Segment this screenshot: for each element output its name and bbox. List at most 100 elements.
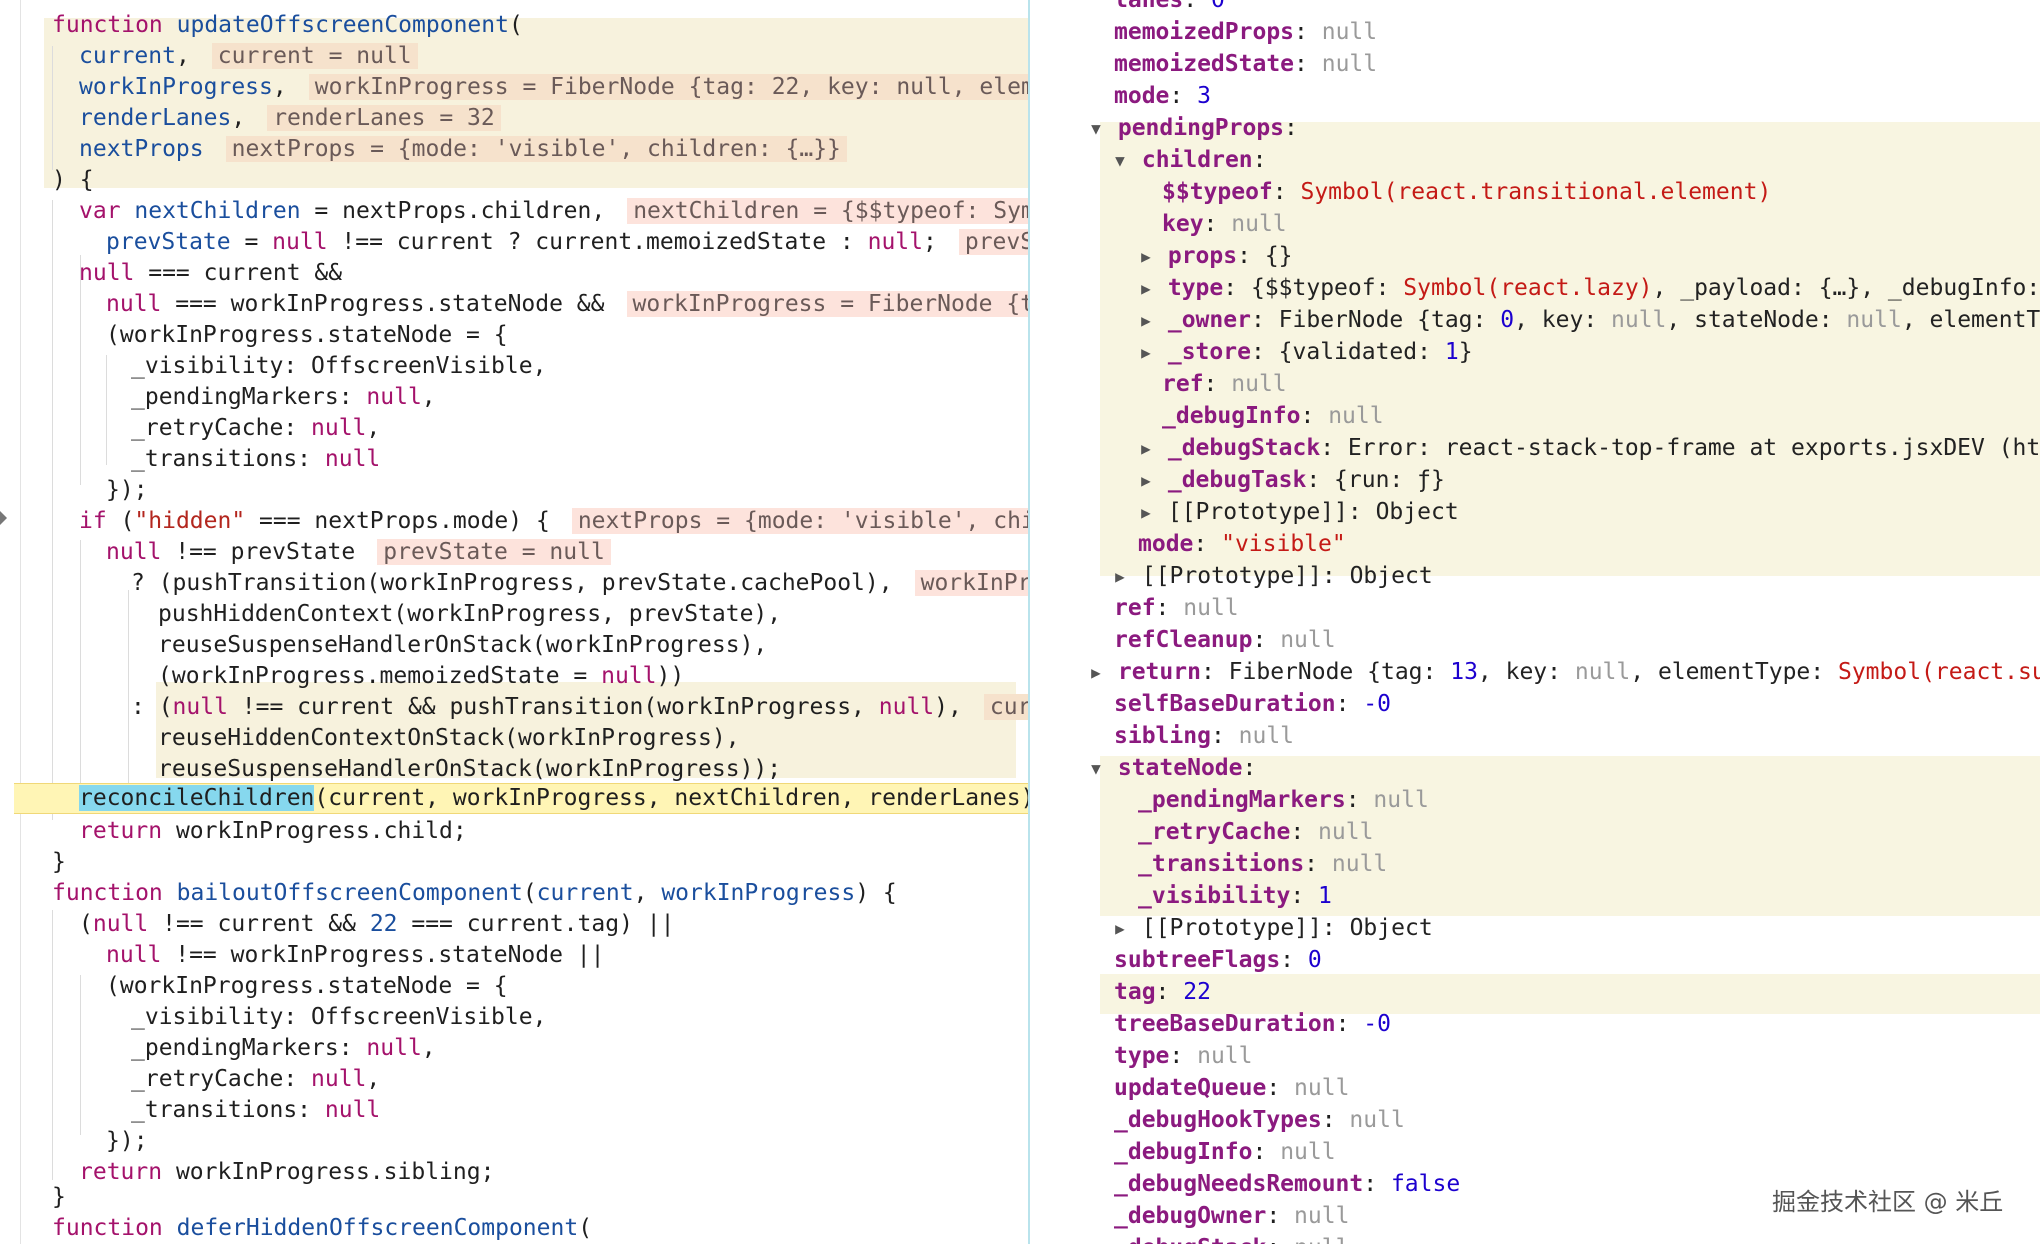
code-line[interactable]: (workInProgress.stateNode = { [106,971,1028,1002]
code-line[interactable]: null === workInProgress.stateNode && work… [106,289,1028,320]
code-line[interactable]: null !== workInProgress.stateNode || [106,940,1028,971]
expanded-triangle-icon[interactable]: ▼ [1088,753,1104,785]
code-line[interactable]: function updateOffscreenComponent( [52,10,1028,41]
code-token: nextProps [79,136,204,162]
scope-row-expandable[interactable]: ▶ [[Prototype]]: Object [1112,912,2040,944]
scope-row-expandable[interactable]: ▼ stateNode: [1088,752,2040,784]
scope-row[interactable]: refCleanup: null [1114,624,2040,656]
code-line[interactable]: pushHiddenContext(workInProgress, prevSt… [158,599,1028,630]
scope-row[interactable]: _debugStack: null [1114,1232,2040,1244]
code-line[interactable]: ? (pushTransition(workInProgress, prevSt… [131,568,1028,599]
scope-row[interactable]: type: null [1114,1040,2040,1072]
scope-row[interactable]: sibling: null [1114,720,2040,752]
code-line[interactable]: _retryCache: null, [131,1064,1028,1095]
collapsed-triangle-icon[interactable]: ▶ [1138,273,1154,305]
code-line[interactable]: }); [106,1126,1028,1157]
expanded-triangle-icon[interactable]: ▼ [1088,113,1104,145]
scope-row[interactable]: _debugInfo: null [1162,400,2040,432]
code-line[interactable]: prevState = null !== current ? current.m… [106,227,1028,258]
code-line[interactable]: function deferHiddenOffscreenComponent( [52,1213,1028,1244]
scope-row-expandable[interactable]: ▶ _debugTask: {run: ƒ} [1138,464,2040,496]
code-line[interactable]: function bailoutOffscreenComponent(curre… [52,878,1028,909]
code-line[interactable]: } [52,1182,1028,1213]
collapsed-triangle-icon[interactable]: ▶ [1138,433,1154,465]
scope-row-expandable[interactable]: ▶ [[Prototype]]: Object [1138,496,2040,528]
collapsed-triangle-icon[interactable]: ▶ [1138,305,1154,337]
scope-row[interactable]: memoizedState: null [1114,48,2040,80]
code-line[interactable]: (workInProgress.stateNode = { [106,320,1028,351]
code-line[interactable]: return workInProgress.child; [79,816,1028,847]
scope-row-expandable[interactable]: ▶ _owner: FiberNode {tag: 0, key: null, … [1138,304,2040,336]
code-line[interactable]: }); [106,475,1028,506]
code-line[interactable]: nextProps nextProps = {mode: 'visible', c… [79,134,1028,165]
scope-row-expandable[interactable]: ▶ type: {$$typeof: Symbol(react.lazy), _… [1138,272,2040,304]
scope-row-expandable[interactable]: ▶ [[Prototype]]: Object [1112,560,2040,592]
property-value: null [1238,723,1295,749]
property-key: _debugStack [1114,1235,1266,1244]
scope-row[interactable]: ref: null [1162,368,2040,400]
paused-execution-line[interactable]: reconcileChildren(current, workInProgres… [14,783,1028,814]
code-token: null [311,1066,367,1092]
scope-row[interactable]: $$typeof: Symbol(react.transitional.elem… [1162,176,2040,208]
scope-row-expandable[interactable]: ▶ props: {} [1138,240,2040,272]
code-line[interactable]: _visibility: OffscreenVisible, [131,1002,1028,1033]
scope-row[interactable]: _debugInfo: null [1114,1136,2040,1168]
code-line[interactable]: _retryCache: null, [131,413,1028,444]
code-line[interactable]: (workInProgress.memoizedState = null)) [158,661,1028,692]
code-line[interactable]: var nextChildren = nextProps.children, ne… [79,196,1028,227]
code-line[interactable]: current, current = null [79,41,1028,72]
collapsed-triangle-icon[interactable]: ▶ [1088,657,1104,689]
collapsed-triangle-icon[interactable]: ▶ [1112,913,1128,945]
code-line[interactable]: : (null !== current && pushTransition(wo… [131,692,1028,723]
code-token: , [175,43,190,69]
scope-row-expandable[interactable]: ▶ _store: {validated: 1} [1138,336,2040,368]
scope-row[interactable]: _transitions: null [1138,848,2040,880]
code-line[interactable]: _pendingMarkers: null, [131,1033,1028,1064]
indent-guide [106,355,107,465]
scope-row[interactable]: updateQueue: null [1114,1072,2040,1104]
code-line[interactable]: workInProgress, workInProgress = FiberNod… [79,72,1028,103]
code-line[interactable]: null !== prevState prevState = null [106,537,1028,568]
scope-row[interactable]: selfBaseDuration: -0 [1114,688,2040,720]
scope-row-expandable[interactable]: ▼ pendingProps: [1088,112,2040,144]
code-line[interactable]: reuseSuspenseHandlerOnStack(workInProgre… [158,754,1028,785]
scope-row-expandable[interactable]: ▶ _debugStack: Error: react-stack-top-fr… [1138,432,2040,464]
code-line[interactable]: (null !== current && 22 === current.tag)… [79,909,1028,940]
code-line[interactable]: ) { [52,165,1028,196]
code-line[interactable]: reuseSuspenseHandlerOnStack(workInProgre… [158,630,1028,661]
scope-row[interactable]: _retryCache: null [1138,816,2040,848]
collapsed-triangle-icon[interactable]: ▶ [1138,337,1154,369]
code-line[interactable]: renderLanes, renderLanes = 32 [79,103,1028,134]
breakpoint-marker[interactable] [0,511,7,525]
collapsed-triangle-icon[interactable]: ▶ [1112,561,1128,593]
collapsed-triangle-icon[interactable]: ▶ [1138,497,1154,529]
inline-value-badge: current = null [211,43,418,69]
scope-row[interactable]: treeBaseDuration: -0 [1114,1008,2040,1040]
code-line[interactable]: _visibility: OffscreenVisible, [131,351,1028,382]
scope-row[interactable]: key: null [1162,208,2040,240]
scope-row[interactable]: _pendingMarkers: null [1138,784,2040,816]
code-line[interactable]: if ("hidden" === nextProps.mode) {nextPr… [79,506,1028,537]
scope-row[interactable]: ref: null [1114,592,2040,624]
scope-row-expandable[interactable]: ▼ children: [1112,144,2040,176]
code-line[interactable]: _pendingMarkers: null, [131,382,1028,413]
collapsed-triangle-icon[interactable]: ▶ [1138,465,1154,497]
code-line[interactable]: reuseHiddenContextOnStack(workInProgress… [158,723,1028,754]
scope-row[interactable]: mode: 3 [1114,80,2040,112]
code-line[interactable]: null === current && [79,258,1028,289]
scope-row[interactable]: lanes: 0 [1114,0,2040,16]
scope-row[interactable]: subtreeFlags: 0 [1114,944,2040,976]
scope-row[interactable]: _visibility: 1 [1138,880,2040,912]
code-line[interactable]: _transitions: null [131,1095,1028,1126]
code-line[interactable]: } [52,847,1028,878]
scope-row-expandable[interactable]: ▶ return: FiberNode {tag: 13, key: null,… [1088,656,2040,688]
collapsed-triangle-icon[interactable]: ▶ [1138,241,1154,273]
scope-row[interactable]: mode: "visible" [1138,528,2040,560]
scope-row[interactable]: _debugHookTypes: null [1114,1104,2040,1136]
expanded-triangle-icon[interactable]: ▼ [1112,145,1128,177]
scope-row[interactable]: memoizedProps: null [1114,16,2040,48]
source-editor-pane[interactable]: function updateOffscreenComponent( curre… [0,0,1028,1244]
code-line[interactable]: _transitions: null [131,444,1028,475]
scope-row[interactable]: tag: 22 [1114,976,2040,1008]
scope-variables-pane[interactable]: lanes: 0 memoizedProps: null memoizedSta… [1030,0,2040,1244]
